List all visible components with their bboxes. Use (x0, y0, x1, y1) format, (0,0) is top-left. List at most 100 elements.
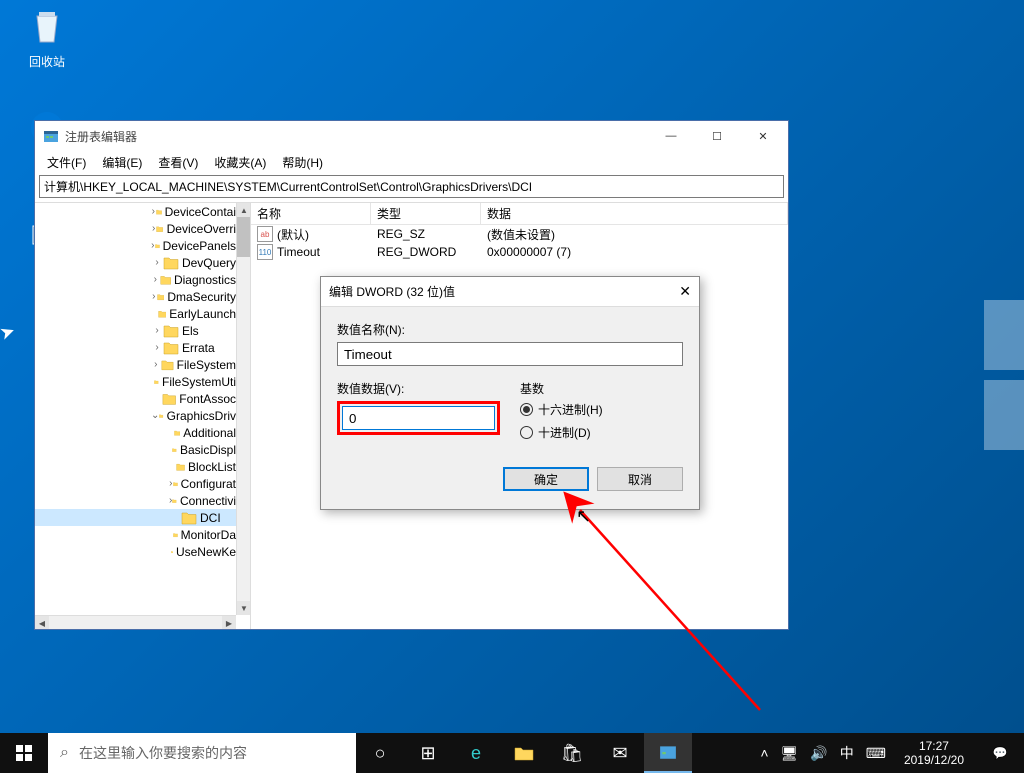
menu-favorites[interactable]: 收藏夹(A) (206, 152, 274, 173)
tree-item-devicepanels[interactable]: ›DevicePanels (35, 237, 236, 254)
tree-item-label: FileSystem (177, 358, 236, 372)
tree-item-label: Errata (182, 341, 215, 355)
expander-icon[interactable]: ⌄ (151, 410, 159, 421)
taskbar-search[interactable]: ⌕ 在这里输入你要搜索的内容 (48, 733, 356, 773)
value-row[interactable]: ab(默认)REG_SZ(数值未设置) (251, 225, 788, 243)
tree-item-earlylaunch[interactable]: EarlyLaunch (35, 305, 236, 322)
radio-dec[interactable] (520, 426, 533, 439)
base-label: 基数 (520, 380, 683, 397)
tree-item-dci[interactable]: DCI (35, 509, 236, 526)
scroll-right-icon[interactable]: ▶ (222, 616, 236, 629)
regedit-taskbar-icon[interactable] (644, 733, 692, 773)
scroll-thumb[interactable] (237, 217, 251, 257)
scroll-down-icon[interactable]: ▼ (237, 601, 251, 615)
value-row[interactable]: 110TimeoutREG_DWORD0x00000007 (7) (251, 243, 788, 261)
windows-logo-icon (16, 745, 32, 761)
ok-button[interactable]: 确定 (503, 467, 589, 491)
menu-view[interactable]: 查看(V) (150, 152, 206, 173)
value-data-input[interactable] (342, 406, 495, 430)
tree-item-usenewke[interactable]: UseNewKe (35, 543, 236, 560)
radio-hex[interactable] (520, 403, 533, 416)
tree-item-label: Additional (183, 426, 236, 440)
radio-hex-row[interactable]: 十六进制(H) (520, 401, 683, 418)
tree-item-connectivi[interactable]: ›Connectivi (35, 492, 236, 509)
tray-ime-icon[interactable]: 中 (838, 743, 856, 763)
notification-icon[interactable]: 💬 (980, 733, 1020, 773)
taskbar-clock[interactable]: 17:27 2019/12/20 (896, 739, 972, 767)
dialog-title-bar[interactable]: 编辑 DWORD (32 位)值 ✕ (321, 277, 699, 307)
minimize-button[interactable]: — (648, 121, 694, 151)
tree-item-label: DmaSecurity (167, 290, 236, 304)
tree-item-label: Connectivi (180, 494, 236, 508)
tree-item-label: MonitorDa (181, 528, 236, 542)
mail-taskbar-icon[interactable]: ✉ (596, 733, 644, 773)
tree-item-errata[interactable]: › Errata (35, 339, 236, 356)
expander-icon[interactable]: › (151, 342, 163, 353)
clock-date: 2019/12/20 (904, 753, 964, 767)
tree-item-label: FileSystemUti (162, 375, 236, 389)
tree-item-label: DCI (200, 511, 221, 525)
tree-item-additional[interactable]: Additional (35, 424, 236, 441)
tray-network-icon[interactable]: 🖥 (779, 745, 801, 762)
menu-file[interactable]: 文件(F) (39, 152, 94, 173)
tree-item-graphicsdriv[interactable]: ⌄GraphicsDriv (35, 407, 236, 424)
radio-dec-label: 十进制(D) (538, 424, 591, 441)
expander-icon[interactable]: › (151, 359, 161, 370)
dialog-title: 编辑 DWORD (32 位)值 (329, 283, 455, 300)
search-placeholder: 在这里输入你要搜索的内容 (79, 743, 247, 763)
expander-icon[interactable]: › (151, 274, 160, 285)
regedit-icon (43, 128, 59, 144)
tree-item-monitorda[interactable]: MonitorDa (35, 526, 236, 543)
start-button[interactable] (0, 733, 48, 773)
col-type[interactable]: 类型 (371, 203, 481, 224)
clock-time: 17:27 (904, 739, 964, 753)
explorer-taskbar-icon[interactable] (500, 733, 548, 773)
tree-item-fontassoc[interactable]: FontAssoc (35, 390, 236, 407)
menu-help[interactable]: 帮助(H) (274, 152, 331, 173)
scroll-left-icon[interactable]: ◀ (35, 616, 49, 629)
tray-keyboard-icon[interactable]: ⌨ (864, 745, 888, 762)
menu-edit[interactable]: 编辑(E) (94, 152, 150, 173)
col-data[interactable]: 数据 (481, 203, 788, 224)
expander-icon[interactable]: › (151, 325, 163, 336)
dialog-close-icon[interactable]: ✕ (679, 283, 691, 300)
value-name: Timeout (277, 245, 320, 259)
windows-logo-edge (984, 300, 1024, 450)
close-button[interactable]: ✕ (740, 121, 786, 151)
tree-item-devicecontai[interactable]: ›DeviceContai (35, 203, 236, 220)
tree-vertical-scrollbar[interactable]: ▲ ▼ (236, 203, 250, 615)
tree-item-els[interactable]: ›Els (35, 322, 236, 339)
address-bar[interactable]: 计算机\HKEY_LOCAL_MACHINE\SYSTEM\CurrentCon… (39, 175, 784, 198)
radio-dec-row[interactable]: 十进制(D) (520, 424, 683, 441)
cortana-icon[interactable]: ○ (356, 733, 404, 773)
cancel-button[interactable]: 取消 (597, 467, 683, 491)
desktop-recycle-bin[interactable]: 回收站 (10, 6, 84, 70)
tree-item-diagnostics[interactable]: ›Diagnostics (35, 271, 236, 288)
tree-item-label: UseNewKe (176, 545, 236, 559)
tray-chevron-icon[interactable]: ˄ (758, 745, 770, 761)
tray-volume-icon[interactable]: 🔊 (808, 745, 829, 762)
tree-item-label: DevQuery (182, 256, 236, 270)
regedit-title-bar[interactable]: 注册表编辑器 — ☐ ✕ (35, 121, 788, 151)
task-view-icon[interactable]: ⊞ (404, 733, 452, 773)
values-header[interactable]: 名称 类型 数据 (251, 203, 788, 225)
expander-icon[interactable]: › (151, 257, 163, 268)
tree-pane: ›DeviceContai›DeviceOverri›DevicePanels›… (35, 203, 251, 629)
tree-item-label: BasicDispl (180, 443, 236, 457)
tree-item-label: DeviceContai (165, 205, 236, 219)
col-name[interactable]: 名称 (251, 203, 371, 224)
tree-item-blocklist[interactable]: BlockList (35, 458, 236, 475)
tree-item-basicdispl[interactable]: BasicDispl (35, 441, 236, 458)
tree-item-devquery[interactable]: › DevQuery (35, 254, 236, 271)
value-name-input[interactable] (337, 342, 683, 366)
scroll-up-icon[interactable]: ▲ (237, 203, 251, 217)
tree-item-dmasecurity[interactable]: ›DmaSecurity (35, 288, 236, 305)
tree-item-filesystemuti[interactable]: FileSystemUti (35, 373, 236, 390)
store-taskbar-icon[interactable]: 🛍 (548, 733, 596, 773)
maximize-button[interactable]: ☐ (694, 121, 740, 151)
tree-horizontal-scrollbar[interactable]: ◀ ▶ (35, 615, 236, 629)
tree-item-configurat[interactable]: ›Configurat (35, 475, 236, 492)
tree-item-deviceoverri[interactable]: ›DeviceOverri (35, 220, 236, 237)
tree-item-filesystem[interactable]: › FileSystem (35, 356, 236, 373)
edge-taskbar-icon[interactable]: e (452, 733, 500, 773)
